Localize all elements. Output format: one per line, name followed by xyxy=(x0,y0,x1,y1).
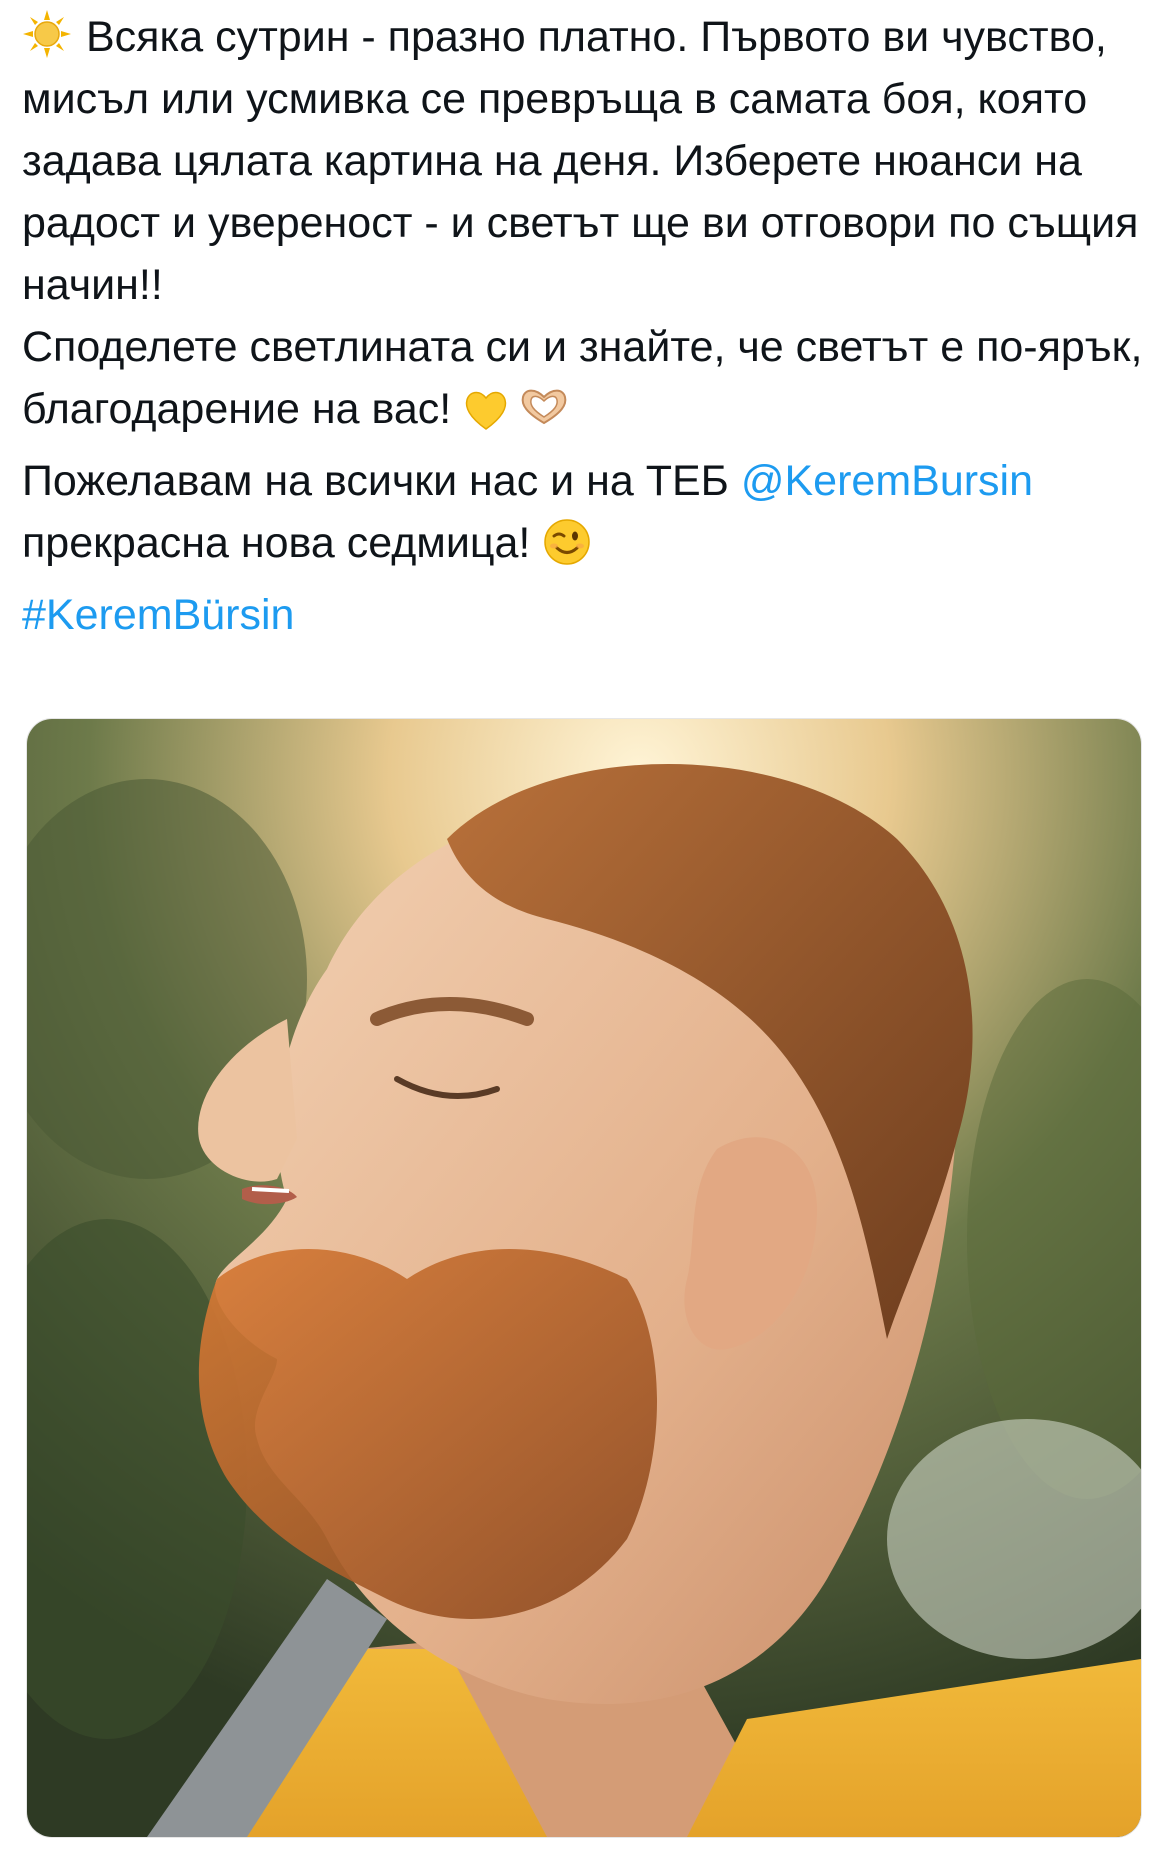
tweet-paragraph-2: Пожелавам на всички нас и на ТЕБ @KeremB… xyxy=(22,450,1152,574)
tweet-line-3-before: Пожелавам на всички нас и на ТЕБ xyxy=(22,457,741,505)
winking-face-icon xyxy=(542,517,592,567)
mention-link[interactable]: @KeremBursin xyxy=(741,457,1033,505)
tweet-line-1: Всяка сутрин - празно платно. Първото ви… xyxy=(22,13,1139,309)
photo-illustration xyxy=(27,719,1141,1837)
heart-hands-icon xyxy=(515,383,573,429)
tweet-line-3-after: прекрасна нова седмица! xyxy=(22,519,531,567)
tweet-text: Всяка сутрин - празно платно. Първото ви… xyxy=(22,6,1152,646)
tweet-line-2: Споделете светлината си и знайте, че све… xyxy=(22,323,1143,433)
hashtag-link[interactable]: #KeremBürsin xyxy=(22,591,294,639)
tweet-paragraph-3: #KeremBürsin xyxy=(22,584,1152,646)
tweet-paragraph-1: Всяка сутрин - празно платно. Първото ви… xyxy=(22,6,1152,440)
sun-icon xyxy=(22,9,72,59)
tweet-photo[interactable] xyxy=(26,718,1142,1838)
yellow-heart-icon xyxy=(463,387,509,433)
